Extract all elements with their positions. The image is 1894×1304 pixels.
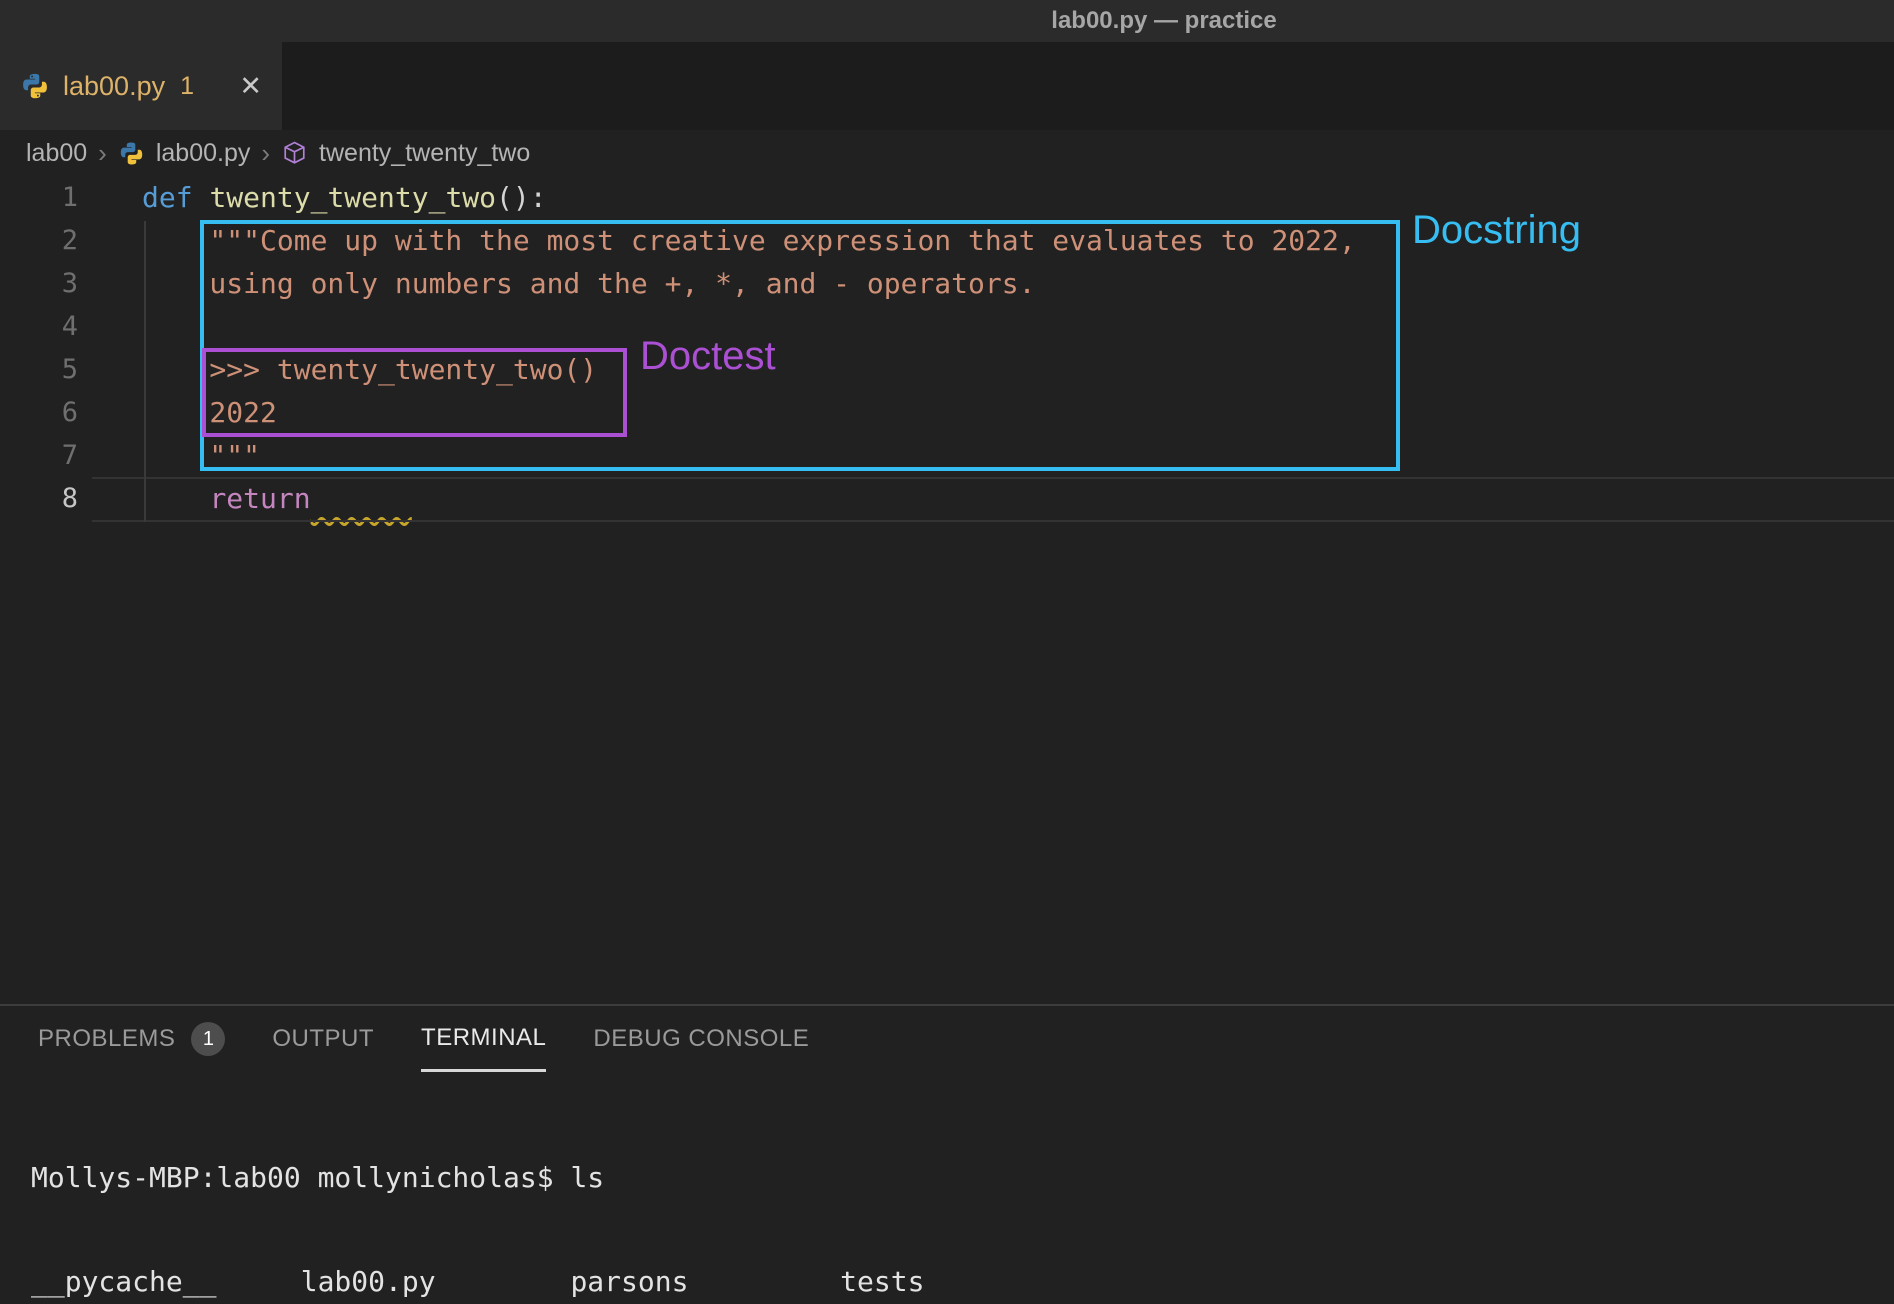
line-number: 1: [0, 176, 78, 219]
python-icon: [20, 71, 50, 101]
doctest-annotation-box: [202, 348, 627, 437]
line-number: 8: [0, 477, 78, 520]
panel-tab-label: DEBUG CONSOLE: [593, 1025, 809, 1053]
bottom-panel: PROBLEMS 1 OUTPUT TERMINAL DEBUG CONSOLE…: [0, 1004, 1894, 1304]
tab-problems-count: 1: [180, 72, 194, 101]
code-text: def twenty_twenty_two():: [142, 176, 547, 219]
close-icon[interactable]: ✕: [239, 71, 262, 102]
docstring-annotation-label: Docstring: [1412, 208, 1581, 253]
breadcrumb-item-lab00-py[interactable]: lab00.py: [156, 139, 251, 168]
python-icon: [118, 140, 145, 167]
line-number: 7: [0, 434, 78, 477]
code-editor[interactable]: 1 def twenty_twenty_two(): 2 """Come up …: [0, 176, 1894, 1004]
terminal-line: __pycache__ lab00.py parsons tests: [31, 1265, 941, 1300]
terminal-text: __pycache__ lab00.py parsons tests: [31, 1265, 924, 1298]
vscode-window: lab00.py — practice lab00.py 1 ✕ lab00 ›…: [0, 0, 1894, 1304]
code-token: def: [142, 181, 209, 214]
tab-debug-console[interactable]: DEBUG CONSOLE: [593, 1006, 809, 1072]
terminal-output[interactable]: Mollys-MBP:lab00 mollynicholas$ ls __pyc…: [31, 1092, 941, 1304]
tab-label: lab00.py: [63, 71, 165, 102]
titlebar: lab00.py — practice: [0, 0, 1894, 42]
line-number: 5: [0, 348, 78, 391]
tab-strip: lab00.py 1 ✕: [0, 42, 1894, 130]
line-number: 3: [0, 262, 78, 305]
terminal-text: Mollys-MBP:lab00 mollynicholas$ ls: [31, 1161, 604, 1194]
doctest-annotation-label: Doctest: [640, 334, 776, 379]
line-number: 2: [0, 219, 78, 262]
window-title: lab00.py — practice: [1051, 7, 1276, 35]
code-token: ():: [496, 181, 547, 214]
tab-problems[interactable]: PROBLEMS 1: [38, 1006, 225, 1072]
indent-guide: [144, 221, 146, 522]
tab-lab00-py[interactable]: lab00.py 1 ✕: [0, 42, 282, 130]
breadcrumb-item-lab00[interactable]: lab00: [26, 139, 87, 168]
chevron-right-icon: ›: [261, 138, 270, 169]
panel-tab-label: TERMINAL: [421, 1024, 546, 1052]
current-line-highlight: [92, 477, 1894, 522]
tab-terminal[interactable]: TERMINAL: [421, 1006, 546, 1072]
symbol-module-icon: [281, 140, 308, 167]
chevron-right-icon: ›: [98, 138, 107, 169]
breadcrumb: lab00 › lab00.py › twenty_twenty_two: [0, 130, 1894, 176]
tab-output[interactable]: OUTPUT: [272, 1006, 374, 1072]
panel-tab-bar: PROBLEMS 1 OUTPUT TERMINAL DEBUG CONSOLE: [0, 1006, 1894, 1072]
panel-tab-label: PROBLEMS: [38, 1025, 175, 1053]
line-number: 4: [0, 305, 78, 348]
terminal-line: Mollys-MBP:lab00 mollynicholas$ ls: [31, 1161, 941, 1196]
line-number: 6: [0, 391, 78, 434]
panel-tab-label: OUTPUT: [272, 1025, 374, 1053]
code-token: twenty_twenty_two: [209, 181, 496, 214]
code-line[interactable]: 1 def twenty_twenty_two():: [0, 176, 1894, 219]
breadcrumb-item-symbol[interactable]: twenty_twenty_two: [319, 139, 530, 168]
problems-count-badge: 1: [191, 1022, 225, 1056]
